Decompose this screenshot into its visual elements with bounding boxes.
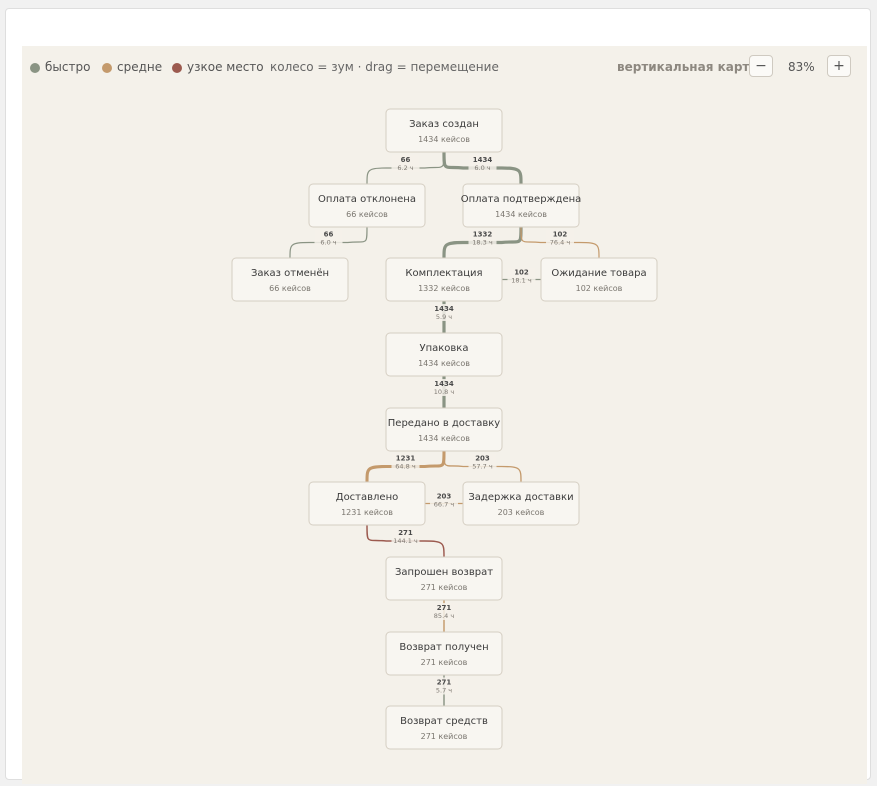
node-count: 203 кейсов — [498, 508, 545, 517]
node-title: Задержка доставки — [468, 492, 573, 503]
edge-time: 6.0 ч — [474, 164, 490, 172]
edge-return_recv-refund[interactable]: 2715.7 ч — [430, 674, 458, 707]
node-box — [385, 257, 503, 302]
node-title: Возврат получен — [399, 642, 488, 653]
edge-time: 76.4 ч — [550, 239, 571, 247]
edge-time: 6.2 ч — [397, 164, 413, 172]
edge-count: 271 — [398, 529, 413, 537]
edge-time: 64.8 ч — [395, 463, 416, 471]
edge-delivered-return_req[interactable]: 271144.1 ч — [366, 524, 445, 558]
edge-time: 57.7 ч — [472, 463, 493, 471]
node-delivered[interactable]: Доставлено 1231 кейсов — [308, 481, 426, 526]
node-box — [462, 481, 580, 526]
node-shipped[interactable]: Передано в доставку 1434 кейсов — [385, 407, 503, 452]
edge-time: 18.3 ч — [472, 239, 493, 247]
edge-picking-packing[interactable]: 14345.9 ч — [430, 299, 458, 335]
node-refund[interactable]: Возврат средств 271 кейсов — [385, 705, 503, 750]
edge-delayed-delivered[interactable]: 20366.7 ч — [424, 491, 464, 509]
edge-packing-shipped[interactable]: 143410.8 ч — [430, 374, 458, 410]
edge-confirmed-picking[interactable]: 133218.3 ч — [442, 225, 523, 260]
node-title: Оплата подтверждена — [461, 194, 582, 205]
edge-created-confirmed[interactable]: 14346.0 ч — [442, 150, 523, 186]
edge-time: 144.1 ч — [393, 537, 418, 545]
node-confirmed[interactable]: Оплата подтверждена 1434 кейсов — [461, 183, 582, 228]
node-title: Запрошен возврат — [395, 567, 493, 578]
node-count: 271 кейсов — [421, 583, 468, 592]
node-box — [385, 705, 503, 750]
nodes-layer: Заказ создан1434 кейсовОплата отклонена6… — [231, 108, 658, 750]
node-created[interactable]: Заказ создан 1434 кейсов — [385, 108, 503, 153]
edge-count: 1332 — [473, 231, 493, 239]
node-count: 1434 кейсов — [418, 434, 470, 443]
node-box — [308, 183, 426, 228]
node-count: 66 кейсов — [269, 284, 311, 293]
node-count: 271 кейсов — [421, 658, 468, 667]
node-declined[interactable]: Оплата отклонена 66 кейсов — [308, 183, 426, 228]
node-title: Оплата отклонена — [318, 194, 416, 205]
edge-declined-cancelled[interactable]: 666.0 ч — [289, 226, 368, 259]
node-cancelled[interactable]: Заказ отменён 66 кейсов — [231, 257, 349, 302]
node-title: Возврат средств — [400, 716, 488, 727]
edge-confirmed-waiting[interactable]: 10276.4 ч — [520, 226, 600, 259]
node-count: 271 кейсов — [421, 732, 468, 741]
edge-time: 6.0 ч — [320, 239, 336, 247]
node-box — [385, 556, 503, 601]
node-title: Заказ отменён — [251, 268, 329, 279]
node-count: 1332 кейсов — [418, 284, 470, 293]
node-picking[interactable]: Комплектация 1332 кейсов — [385, 257, 503, 302]
node-count: 1434 кейсов — [418, 359, 470, 368]
node-delayed[interactable]: Задержка доставки 203 кейсов — [462, 481, 580, 526]
edge-count: 203 — [475, 455, 490, 463]
node-return_req[interactable]: Запрошен возврат 271 кейсов — [385, 556, 503, 601]
process-map-canvas[interactable]: быстро средне узкое место колесо = зум ·… — [22, 46, 867, 784]
node-count: 1231 кейсов — [341, 508, 393, 517]
edge-count: 271 — [437, 679, 452, 687]
node-box — [385, 631, 503, 676]
process-map-card: быстро средне узкое место колесо = зум ·… — [5, 8, 871, 784]
edge-time: 5.7 ч — [436, 687, 452, 695]
process-graph: 666.2 ч14346.0 ч666.0 ч133218.3 ч10276.4… — [231, 108, 658, 750]
node-count: 1434 кейсов — [495, 210, 547, 219]
edge-shipped-delivered[interactable]: 123164.8 ч — [365, 449, 446, 484]
edge-time: 10.8 ч — [434, 388, 455, 396]
edge-count: 66 — [324, 231, 334, 239]
node-return_recv[interactable]: Возврат получен 271 кейсов — [385, 631, 503, 676]
node-box — [385, 108, 503, 153]
node-box — [540, 257, 658, 302]
node-title: Доставлено — [336, 492, 398, 503]
edge-return_req-return_recv[interactable]: 27185.4 ч — [430, 599, 458, 633]
edge-count: 1231 — [396, 455, 416, 463]
edge-waiting-picking[interactable]: 10218.1 ч — [501, 267, 542, 285]
node-count: 66 кейсов — [346, 210, 388, 219]
node-title: Ожидание товара — [551, 268, 646, 279]
node-box — [231, 257, 349, 302]
edge-time: 18.1 ч — [511, 277, 532, 285]
edge-count: 66 — [401, 156, 411, 164]
edge-time: 5.9 ч — [436, 313, 452, 321]
edge-time: 85.4 ч — [434, 612, 455, 620]
edge-count: 1434 — [434, 305, 454, 313]
edge-count: 102 — [514, 269, 529, 277]
node-box — [385, 332, 503, 377]
edge-created-declined[interactable]: 666.2 ч — [366, 151, 445, 185]
edge-count: 102 — [553, 231, 568, 239]
node-box — [308, 481, 426, 526]
edge-count: 1434 — [473, 156, 493, 164]
node-packing[interactable]: Упаковка 1434 кейсов — [385, 332, 503, 377]
node-title: Заказ создан — [409, 119, 479, 130]
node-count: 1434 кейсов — [418, 135, 470, 144]
node-title: Комплектация — [405, 268, 482, 279]
edge-count: 203 — [437, 493, 452, 501]
edge-count: 271 — [437, 604, 452, 612]
node-box — [462, 183, 580, 228]
node-title: Упаковка — [420, 343, 469, 354]
node-waiting[interactable]: Ожидание товара 102 кейсов — [540, 257, 658, 302]
node-count: 102 кейсов — [576, 284, 623, 293]
node-title: Передано в доставку — [388, 418, 501, 429]
edge-count: 1434 — [434, 380, 454, 388]
node-box — [385, 407, 503, 452]
edge-time: 66.7 ч — [434, 501, 455, 509]
edge-shipped-delayed[interactable]: 20357.7 ч — [443, 450, 522, 483]
